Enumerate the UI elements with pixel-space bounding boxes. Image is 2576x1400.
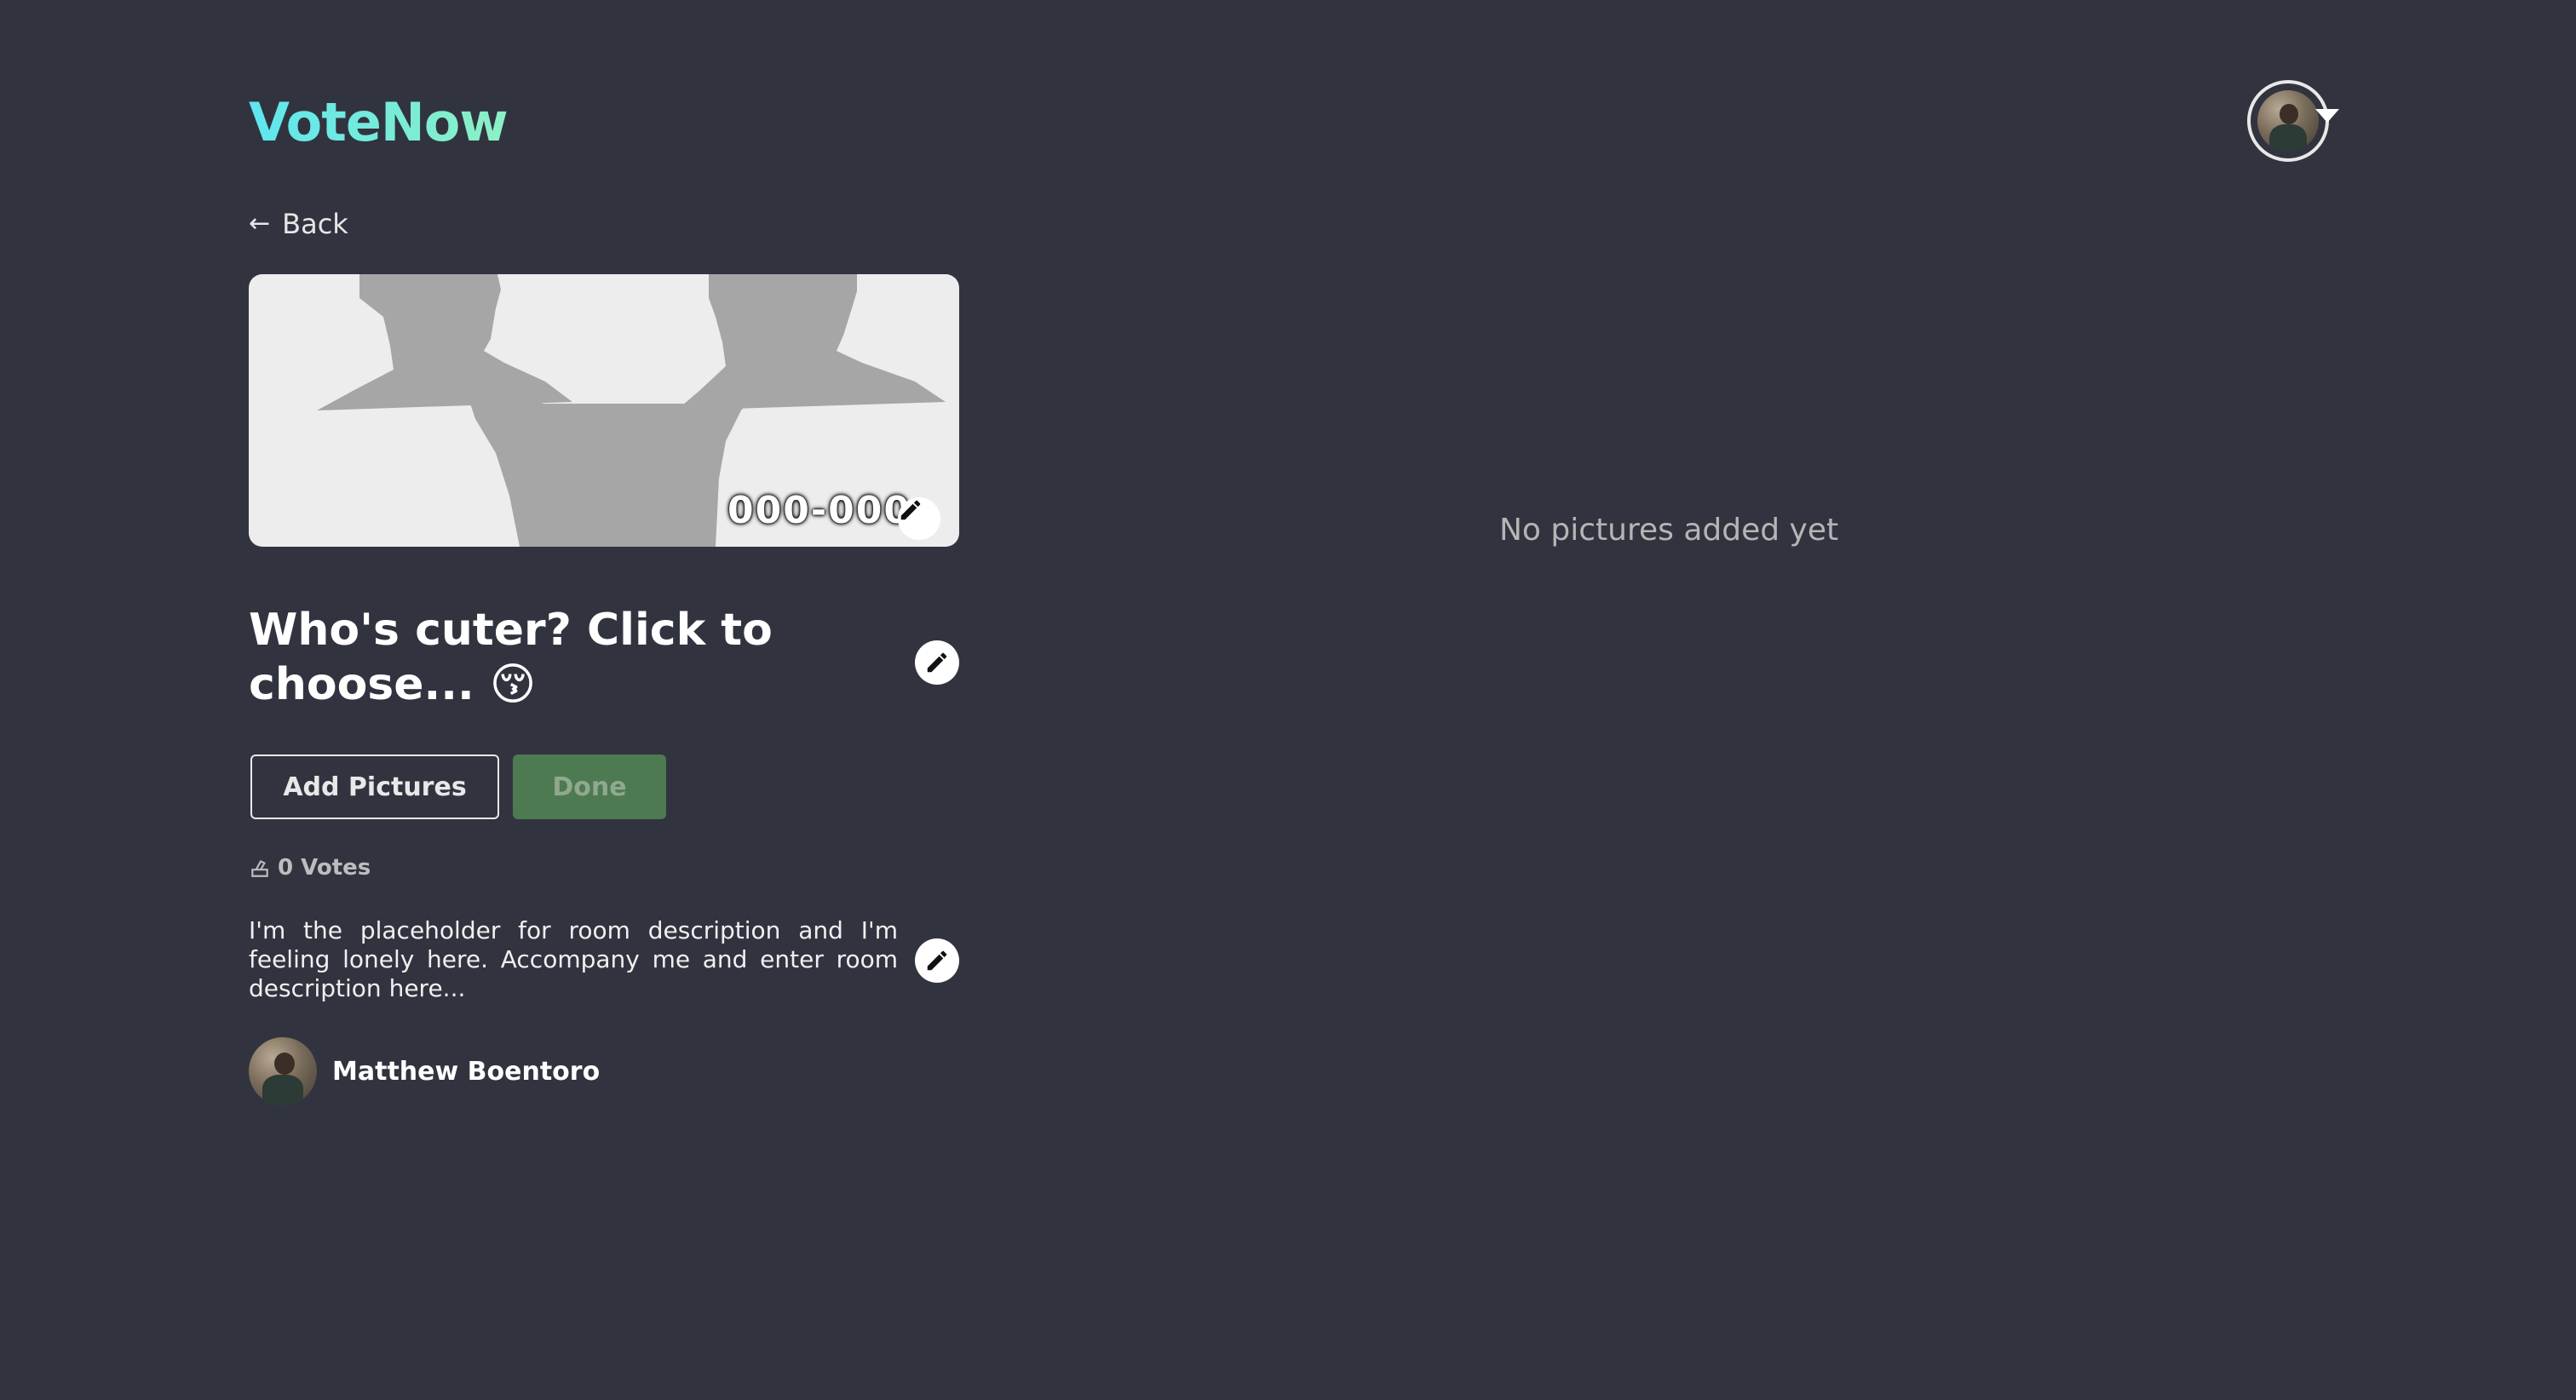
ballot-icon [251,859,268,877]
user-avatar [2257,90,2319,152]
edit-banner-button[interactable] [898,497,940,540]
room-banner: 000-000 [249,274,959,547]
arrow-left-icon: ← [249,209,271,238]
pencil-icon [927,950,947,971]
back-label: Back [282,208,348,240]
caret-down-icon [2315,109,2339,123]
pencil-icon [900,500,921,520]
user-menu-button[interactable] [2247,80,2339,162]
add-pictures-button[interactable]: Add Pictures [250,755,499,819]
room-title: Who's cuter? Click to choose... 😚 [249,605,773,710]
edit-description-button[interactable] [915,938,959,983]
vote-count-label: 0 Votes [278,855,371,881]
owner-avatar [249,1037,317,1105]
edit-title-button[interactable] [915,640,959,685]
back-button[interactable]: ← Back [249,208,348,240]
room-owner: Matthew Boentoro [249,1037,600,1105]
owner-name: Matthew Boentoro [332,1056,601,1087]
pencil-icon [927,652,947,673]
room-code: 000-000 [727,489,911,532]
empty-pictures-message: No pictures added yet [1499,513,1839,548]
done-button[interactable]: Done [513,755,666,819]
vote-count: 0 Votes [249,855,371,881]
app-logo[interactable]: VoteNow [249,90,509,155]
room-description: I'm the placeholder for room description… [249,916,898,1002]
